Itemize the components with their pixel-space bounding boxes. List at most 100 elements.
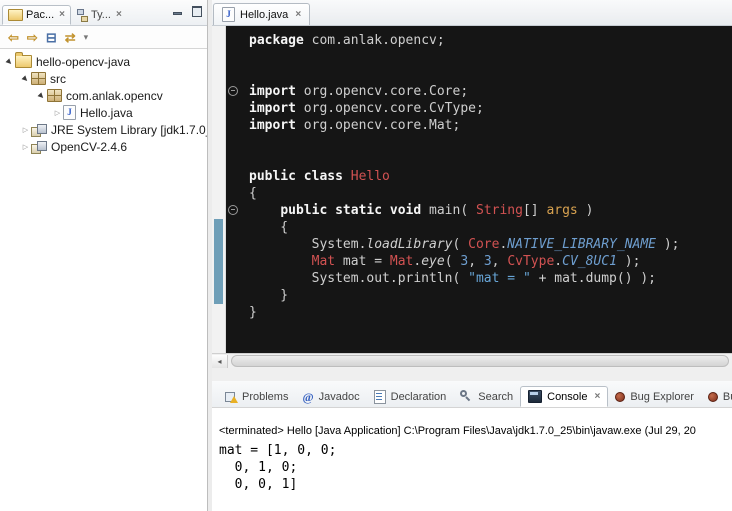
- scroll-left-icon[interactable]: ◂: [212, 355, 228, 368]
- code-token: []: [523, 203, 546, 218]
- code-line[interactable]: {: [249, 185, 732, 202]
- code-line[interactable]: Mat mat = Mat.eye( 3, 3, CvType.CV_8UC1 …: [249, 253, 732, 270]
- code-line[interactable]: [249, 49, 732, 66]
- editor-tabbar: J Hello.java ×: [212, 0, 732, 26]
- collapse-all-icon[interactable]: ⊟: [46, 31, 57, 44]
- minimize-view-button[interactable]: [171, 5, 184, 17]
- editor-area[interactable]: package com.anlak.opencv; import org.open…: [212, 26, 732, 353]
- tab-bug[interactable]: Bug: [701, 386, 732, 407]
- tab-problems[interactable]: Problems: [218, 386, 295, 407]
- back-icon[interactable]: ⇦: [8, 31, 19, 44]
- collapsed-arrow-icon[interactable]: ▷: [20, 126, 31, 134]
- code-line[interactable]: public static void main( String[] args ): [249, 202, 732, 219]
- code-line[interactable]: import org.opencv.core.CvType;: [249, 100, 732, 117]
- tree-item-com-anlak-opencv[interactable]: ▶com.anlak.opencv: [0, 87, 207, 104]
- code-token: "mat = ": [468, 271, 531, 286]
- annotation-ruler[interactable]: [212, 26, 226, 353]
- tree-item-hello-opencv-java[interactable]: ▶hello-opencv-java: [0, 53, 207, 70]
- code-area[interactable]: package com.anlak.opencv; import org.open…: [241, 26, 732, 353]
- tab-javadoc[interactable]: @Javadoc: [295, 386, 366, 407]
- bug-icon: [708, 392, 718, 402]
- code-line[interactable]: }: [249, 287, 732, 304]
- console-output-line: 0, 1, 0;: [219, 459, 732, 476]
- code-token: import: [249, 101, 296, 116]
- code-line[interactable]: package com.anlak.opencv;: [249, 32, 732, 49]
- java-file-letter: J: [67, 108, 72, 117]
- link-with-editor-icon[interactable]: ⇄: [65, 31, 76, 44]
- code-token: }: [249, 305, 257, 320]
- code-line[interactable]: {: [249, 219, 732, 236]
- close-icon[interactable]: ×: [594, 392, 600, 402]
- code-token: ,: [492, 254, 508, 269]
- tab-bug-explorer[interactable]: Bug Explorer: [608, 386, 701, 407]
- code-token: mat =: [335, 254, 390, 269]
- close-icon[interactable]: ×: [295, 10, 301, 20]
- code-token: Mat: [312, 254, 335, 269]
- editor-tab-hello-java[interactable]: J Hello.java ×: [213, 3, 310, 25]
- range-indicator: [214, 219, 223, 304]
- java-project-icon: [15, 55, 32, 68]
- code-token: org.opencv.core.Core;: [296, 84, 468, 99]
- maximize-view-button[interactable]: [190, 5, 203, 17]
- scrollbar-thumb[interactable]: [231, 355, 729, 367]
- tree-item-src[interactable]: ▶src: [0, 70, 207, 87]
- tab-label: Problems: [242, 391, 288, 403]
- bottom-tabbar: Problems @JavadocDeclaration Search Console…: [212, 381, 732, 408]
- declaration-icon: [374, 390, 386, 404]
- fold-collapse-icon[interactable]: [228, 205, 238, 215]
- view-window-buttons: [171, 5, 203, 17]
- code-token: System.out.println(: [249, 271, 468, 286]
- code-line[interactable]: System.loadLibrary( Core.NATIVE_LIBRARY_…: [249, 236, 732, 253]
- fold-collapse-icon[interactable]: [228, 86, 238, 96]
- code-token: [249, 203, 280, 218]
- type-hierarchy-icon: [76, 9, 88, 21]
- code-token: }: [249, 288, 288, 303]
- search-icon: [460, 390, 473, 403]
- collapsed-arrow-icon[interactable]: ▷: [20, 143, 31, 151]
- code-line[interactable]: [249, 134, 732, 151]
- library-icon: [31, 141, 47, 153]
- tab-search[interactable]: Search: [453, 386, 520, 407]
- view-tab-ty[interactable]: Ty...×: [71, 5, 127, 25]
- code-line[interactable]: System.out.println( "mat = " + mat.dump(…: [249, 270, 732, 287]
- folding-ruler[interactable]: [226, 26, 241, 353]
- code-line[interactable]: }: [249, 304, 732, 321]
- view-menu-icon[interactable]: ▾: [84, 33, 89, 42]
- tab-console[interactable]: Console×: [520, 386, 608, 407]
- code-line[interactable]: [249, 66, 732, 83]
- tab-label: Bug Explorer: [630, 391, 694, 403]
- source-folder-icon: [31, 72, 46, 85]
- code-token: main(: [421, 203, 476, 218]
- console-status-line: <terminated> Hello [Java Application] C:…: [212, 408, 732, 440]
- close-icon[interactable]: ×: [59, 10, 65, 20]
- java-file-icon: J: [63, 105, 76, 120]
- editor-region: J Hello.java × package com.anlak.opencv;…: [212, 0, 732, 511]
- package-explorer-icon: [8, 9, 23, 21]
- package-icon: [47, 89, 62, 102]
- library-icon: [31, 124, 47, 136]
- forward-icon[interactable]: ⇨: [27, 31, 38, 44]
- horizontal-sash[interactable]: [212, 368, 732, 381]
- code-token: import: [249, 84, 296, 99]
- code-token: ,: [468, 254, 484, 269]
- tab-declaration[interactable]: Declaration: [367, 386, 454, 407]
- code-token: );: [656, 237, 679, 252]
- view-tab-pac[interactable]: Pac...×: [2, 5, 71, 25]
- tree-item-opencv-2-4-6[interactable]: ▷OpenCV-2.4.6: [0, 138, 207, 155]
- package-explorer-tree: ▶hello-opencv-java▶src▶com.anlak.opencv ▷…: [0, 49, 207, 511]
- console-view[interactable]: <terminated> Hello [Java Application] C:…: [212, 408, 732, 511]
- close-icon[interactable]: ×: [116, 10, 122, 20]
- tree-item-jre-system-library-jdk1-7-0-25[interactable]: ▷JRE System Library [jdk1.7.0_25]: [0, 121, 207, 138]
- code-token: ): [578, 203, 594, 218]
- code-line[interactable]: import org.opencv.core.Mat;: [249, 117, 732, 134]
- left-panel-tabbar: Pac...×Ty...×: [0, 0, 207, 26]
- code-line[interactable]: public class Hello: [249, 168, 732, 185]
- tree-item-hello-java[interactable]: ▷JHello.java: [0, 104, 207, 121]
- collapsed-arrow-icon[interactable]: ▷: [52, 109, 63, 117]
- code-line[interactable]: import org.opencv.core.Core;: [249, 83, 732, 100]
- code-line[interactable]: [249, 151, 732, 168]
- tab-label: Search: [478, 391, 513, 403]
- editor-horizontal-scrollbar[interactable]: ◂: [212, 353, 732, 368]
- console-output-line: 0, 0, 1]: [219, 476, 732, 493]
- code-token: public class: [249, 169, 343, 184]
